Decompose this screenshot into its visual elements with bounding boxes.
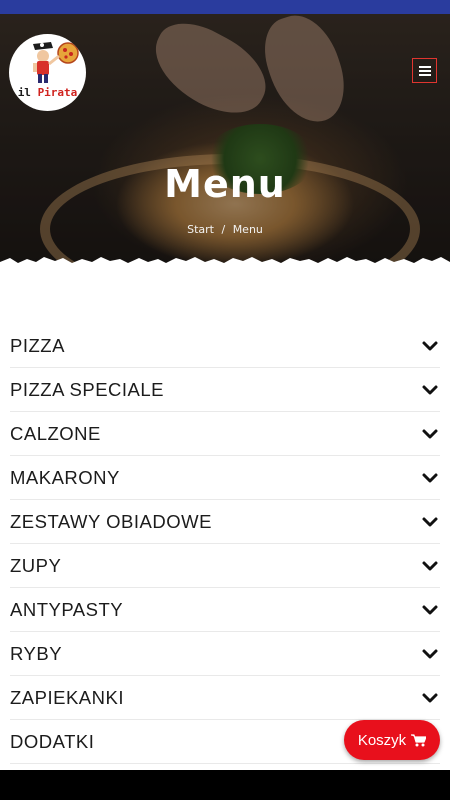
cart-button[interactable]: Koszyk [344, 720, 440, 760]
menu-category-zapiekanki[interactable]: ZAPIEKANKI [10, 676, 440, 720]
menu-category-label: DODATKI [10, 730, 95, 752]
chevron-down-icon [422, 517, 438, 526]
menu-category-calzone[interactable]: CALZONE [10, 412, 440, 456]
chevron-down-icon [422, 429, 438, 438]
chevron-down-icon [422, 385, 438, 394]
menu-category-makarony[interactable]: MAKARONY [10, 456, 440, 500]
menu-category-label: MAKARONY [10, 466, 120, 488]
menu-category-label: ZESTAWY OBIADOWE [10, 510, 212, 532]
chevron-down-icon [422, 473, 438, 482]
chevron-down-icon [422, 561, 438, 570]
cart-button-label: Koszyk [357, 731, 407, 749]
chevron-down-icon [422, 649, 438, 658]
menu-category-zupy[interactable]: ZUPY [10, 544, 440, 588]
status-bar [0, 0, 450, 14]
menu-category-label: CALZONE [10, 422, 101, 444]
breadcrumb: Start / Menu [0, 223, 450, 236]
chevron-down-icon [422, 693, 438, 702]
brand-name: il Pirata [17, 86, 78, 99]
menu-category-label: PIZZA SPECIALE [10, 378, 165, 400]
menu-category-label: ZAPIEKANKI [10, 686, 124, 708]
pirate-with-pizza-icon [33, 42, 79, 83]
chevron-down-icon [422, 341, 438, 350]
breadcrumb-home-link[interactable]: Start [187, 223, 214, 236]
menu-category-label: RYBY [10, 642, 63, 664]
torn-paper-edge [0, 257, 450, 278]
menu-category-ryby[interactable]: RYBY [10, 632, 440, 676]
menu-category-pizza-speciale[interactable]: PIZZA SPECIALE [10, 368, 440, 412]
menu-category-label: PIZZA [10, 334, 65, 356]
menu-category-antypasty[interactable]: ANTYPASTY [10, 588, 440, 632]
hamburger-icon [418, 65, 431, 76]
brand-logo[interactable]: il Pirata [9, 34, 86, 111]
menu-category-zestawy-obiadowe[interactable]: ZESTAWY OBIADOWE [10, 500, 440, 544]
menu-toggle-button[interactable] [412, 58, 437, 83]
menu-category-list: PIZZA PIZZA SPECIALE CALZONE MAKARONY ZE… [10, 324, 440, 764]
breadcrumb-current: Menu [232, 223, 263, 236]
page-title: Menu [164, 162, 286, 206]
menu-category-label: ZUPY [10, 554, 62, 576]
menu-category-label: ANTYPASTY [10, 598, 124, 620]
system-navigation-bar [0, 770, 450, 800]
menu-category-pizza[interactable]: PIZZA [10, 324, 440, 368]
breadcrumb-separator: / [221, 223, 226, 236]
chevron-down-icon [422, 605, 438, 614]
shopping-cart-icon [411, 733, 427, 746]
